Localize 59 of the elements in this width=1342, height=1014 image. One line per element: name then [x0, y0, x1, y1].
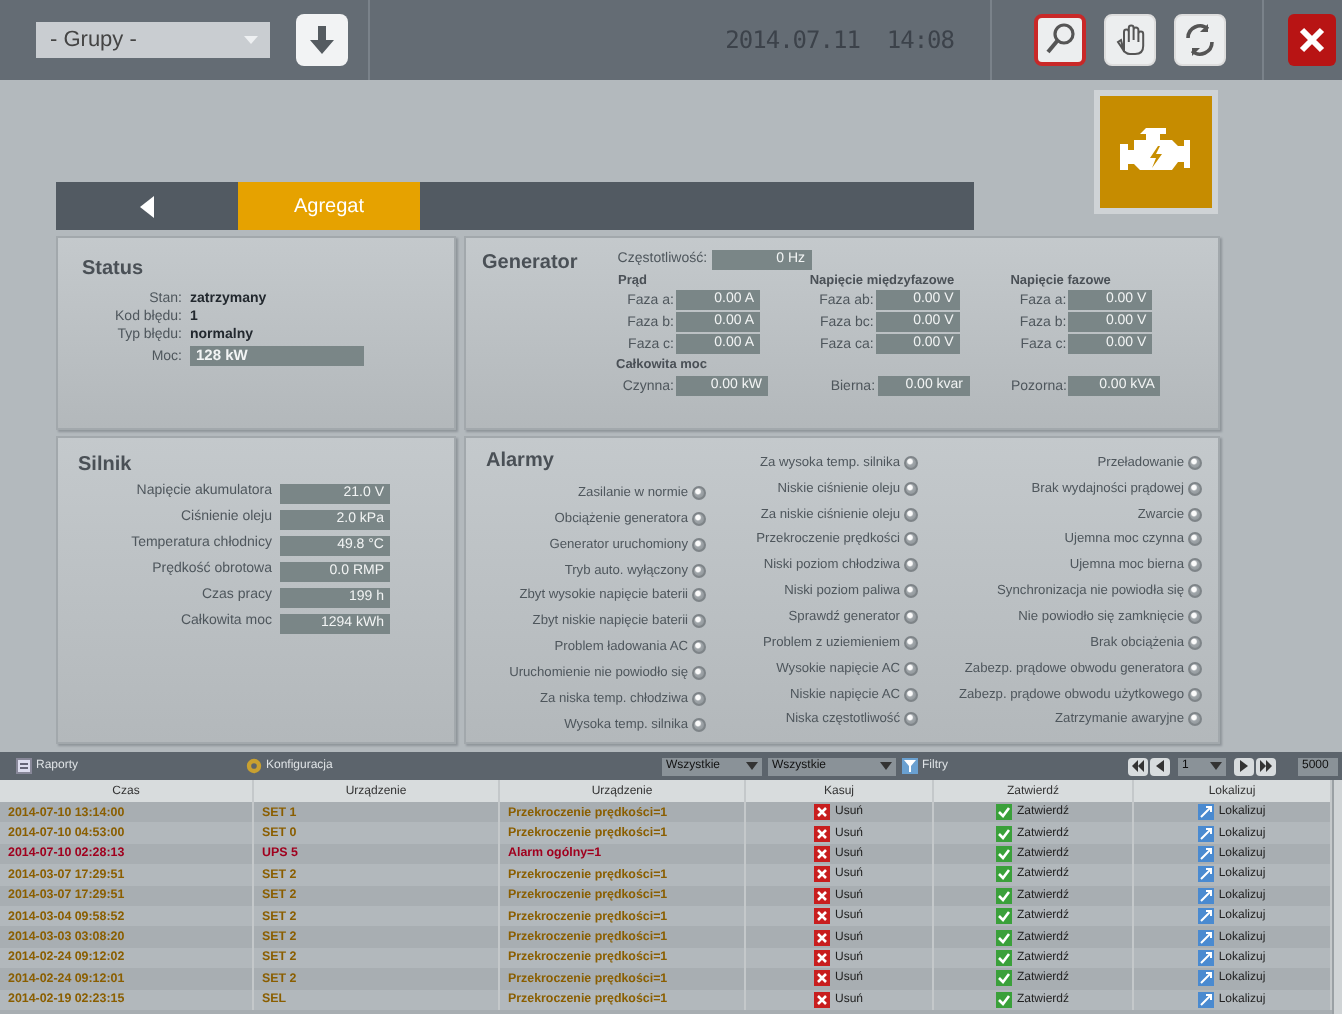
- hand-icon: [1112, 22, 1148, 58]
- scrollbar[interactable]: [1332, 780, 1342, 1014]
- close-button[interactable]: [1288, 14, 1336, 66]
- gear-icon: [246, 758, 262, 774]
- delete-icon: [814, 804, 831, 821]
- caret-icon: [1210, 762, 1222, 770]
- locate-icon: [1198, 991, 1215, 1008]
- delete-icon: [814, 949, 831, 966]
- locate-icon: [1198, 845, 1215, 862]
- panel-title: Generator: [482, 252, 578, 274]
- delete-icon: [814, 908, 831, 925]
- delete-icon: [814, 887, 831, 904]
- locate-icon: [1198, 949, 1215, 966]
- group-select[interactable]: - Grupy -: [36, 22, 270, 58]
- delete-icon: [814, 929, 831, 946]
- hand-button[interactable]: [1104, 14, 1156, 66]
- delete-icon: [814, 866, 831, 883]
- report-icon: [16, 758, 32, 774]
- download-button[interactable]: [296, 14, 348, 66]
- check-icon: [996, 825, 1013, 842]
- first-page-button[interactable]: [1128, 757, 1148, 775]
- delete-icon: [814, 970, 831, 987]
- caret-icon: [746, 762, 758, 770]
- locate-icon: [1198, 825, 1215, 842]
- delete-icon: [814, 991, 831, 1008]
- locate-icon: [1198, 804, 1215, 821]
- caret-icon: [244, 36, 258, 44]
- panel-title: Alarmy: [484, 450, 554, 476]
- check-icon: [996, 949, 1013, 966]
- engine-icon: [1120, 128, 1192, 176]
- close-icon: [1298, 26, 1326, 54]
- last-page-button[interactable]: [1256, 757, 1276, 775]
- locate-icon: [1198, 929, 1215, 946]
- prev-page-button[interactable]: [1150, 757, 1170, 775]
- locate-icon: [1198, 887, 1215, 904]
- panel-title: Status: [82, 258, 146, 280]
- filter-icon: [902, 758, 918, 774]
- check-icon: [996, 908, 1013, 925]
- check-icon: [996, 970, 1013, 987]
- back-arrow-icon: [140, 195, 154, 217]
- caret-icon: [880, 762, 892, 770]
- next-page-button[interactable]: [1234, 757, 1254, 775]
- search-button[interactable]: [1034, 14, 1086, 66]
- delete-icon: [814, 825, 831, 842]
- check-icon: [996, 991, 1013, 1008]
- refresh-icon: [1182, 22, 1218, 58]
- locate-icon: [1198, 908, 1215, 925]
- down-arrow-icon: [310, 26, 334, 54]
- check-icon: [996, 929, 1013, 946]
- search-icon: [1042, 22, 1078, 58]
- locate-icon: [1198, 866, 1215, 883]
- locate-icon: [1198, 970, 1215, 987]
- panel-title: Silnik: [78, 454, 134, 476]
- check-icon: [996, 804, 1013, 821]
- check-icon: [996, 887, 1013, 904]
- check-icon: [996, 845, 1013, 862]
- delete-icon: [814, 845, 831, 862]
- check-icon: [996, 866, 1013, 883]
- refresh-button[interactable]: [1174, 14, 1226, 66]
